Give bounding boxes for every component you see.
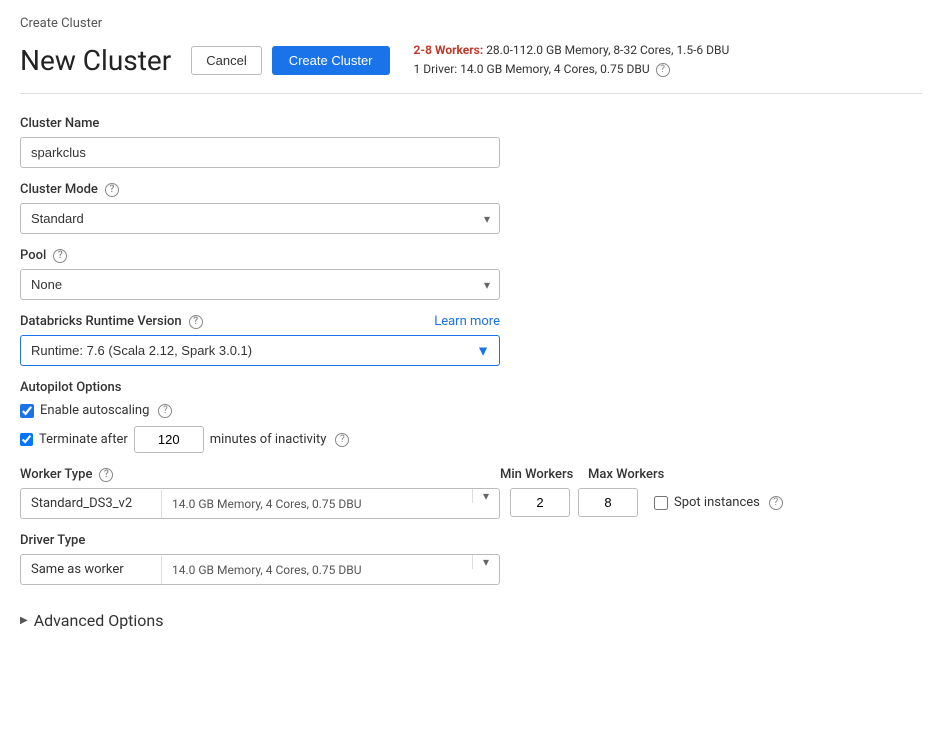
- learn-more-link[interactable]: Learn more: [434, 314, 500, 329]
- worker-type-help-icon[interactable]: ?: [99, 468, 113, 482]
- worker-type-chevron-icon[interactable]: ▾: [472, 489, 499, 503]
- cluster-mode-help-icon[interactable]: ?: [105, 183, 119, 197]
- terminate-suffix: minutes of inactivity: [210, 432, 327, 447]
- worker-type-select-wrapper: Standard_DS3_v2 14.0 GB Memory, 4 Cores,…: [20, 488, 500, 519]
- cancel-button[interactable]: Cancel: [191, 46, 261, 75]
- cluster-mode-wrapper: Standard ▾: [20, 203, 500, 234]
- terminate-input[interactable]: [134, 426, 204, 453]
- max-workers-col-label: Max Workers: [588, 467, 668, 482]
- workers-summary-detail: 28.0-112.0 GB Memory, 8-32 Cores, 1.5-6 …: [486, 43, 729, 57]
- cluster-name-label: Cluster Name: [20, 116, 99, 131]
- autoscaling-help-icon[interactable]: ?: [158, 404, 172, 418]
- driver-type-spec: 14.0 GB Memory, 4 Cores, 0.75 DBU: [161, 556, 472, 584]
- terminate-label: Terminate after: [39, 432, 128, 447]
- advanced-options-triangle-icon: ▶: [20, 615, 28, 626]
- worker-type-name: Standard_DS3_v2: [21, 489, 161, 518]
- driver-summary: 1 Driver: 14.0 GB Memory, 4 Cores, 0.75 …: [414, 62, 650, 76]
- enable-autoscaling-checkbox[interactable]: [20, 404, 34, 418]
- driver-help-icon[interactable]: ?: [656, 63, 670, 77]
- advanced-options-toggle[interactable]: ▶ Advanced Options: [20, 605, 922, 636]
- spot-instances-help-icon[interactable]: ?: [769, 496, 783, 510]
- spot-instances-checkbox[interactable]: [654, 496, 668, 510]
- workers-summary-label: 2-8 Workers:: [414, 43, 484, 57]
- max-workers-input[interactable]: [578, 488, 638, 517]
- driver-type-chevron-icon[interactable]: ▾: [472, 555, 499, 569]
- breadcrumb: Create Cluster: [20, 16, 922, 31]
- pool-wrapper: None ▾: [20, 269, 500, 300]
- pool-select[interactable]: None: [20, 269, 500, 300]
- runtime-select[interactable]: Runtime: 7.6 (Scala 2.12, Spark 3.0.1): [20, 335, 500, 366]
- enable-autoscaling-label: Enable autoscaling: [40, 403, 149, 418]
- page-title: New Cluster: [20, 44, 171, 77]
- pool-help-icon[interactable]: ?: [53, 249, 67, 263]
- runtime-help-icon[interactable]: ?: [189, 315, 203, 329]
- driver-type-select-wrapper: Same as worker 14.0 GB Memory, 4 Cores, …: [20, 554, 500, 585]
- min-workers-col-label: Min Workers: [500, 467, 580, 482]
- spot-instances-label: Spot instances: [674, 495, 760, 510]
- cluster-mode-label: Cluster Mode: [20, 182, 98, 197]
- cluster-mode-select[interactable]: Standard: [20, 203, 500, 234]
- create-cluster-button[interactable]: Create Cluster: [272, 46, 390, 75]
- min-workers-input[interactable]: [510, 488, 570, 517]
- worker-type-spec: 14.0 GB Memory, 4 Cores, 0.75 DBU: [161, 490, 472, 518]
- driver-type-label: Driver Type: [20, 533, 85, 548]
- advanced-options-label: Advanced Options: [34, 611, 164, 630]
- cluster-name-input[interactable]: [20, 137, 500, 168]
- terminate-help-icon[interactable]: ?: [335, 433, 349, 447]
- cluster-summary: 2-8 Workers: 28.0-112.0 GB Memory, 8-32 …: [414, 41, 730, 79]
- worker-type-label: Worker Type: [20, 467, 92, 482]
- runtime-wrapper: Runtime: 7.6 (Scala 2.12, Spark 3.0.1) ▼: [20, 335, 500, 366]
- pool-label: Pool: [20, 248, 46, 263]
- driver-type-name: Same as worker: [21, 555, 161, 584]
- runtime-label: Databricks Runtime Version: [20, 314, 182, 329]
- autopilot-label: Autopilot Options: [20, 380, 922, 395]
- terminate-checkbox[interactable]: [20, 433, 33, 446]
